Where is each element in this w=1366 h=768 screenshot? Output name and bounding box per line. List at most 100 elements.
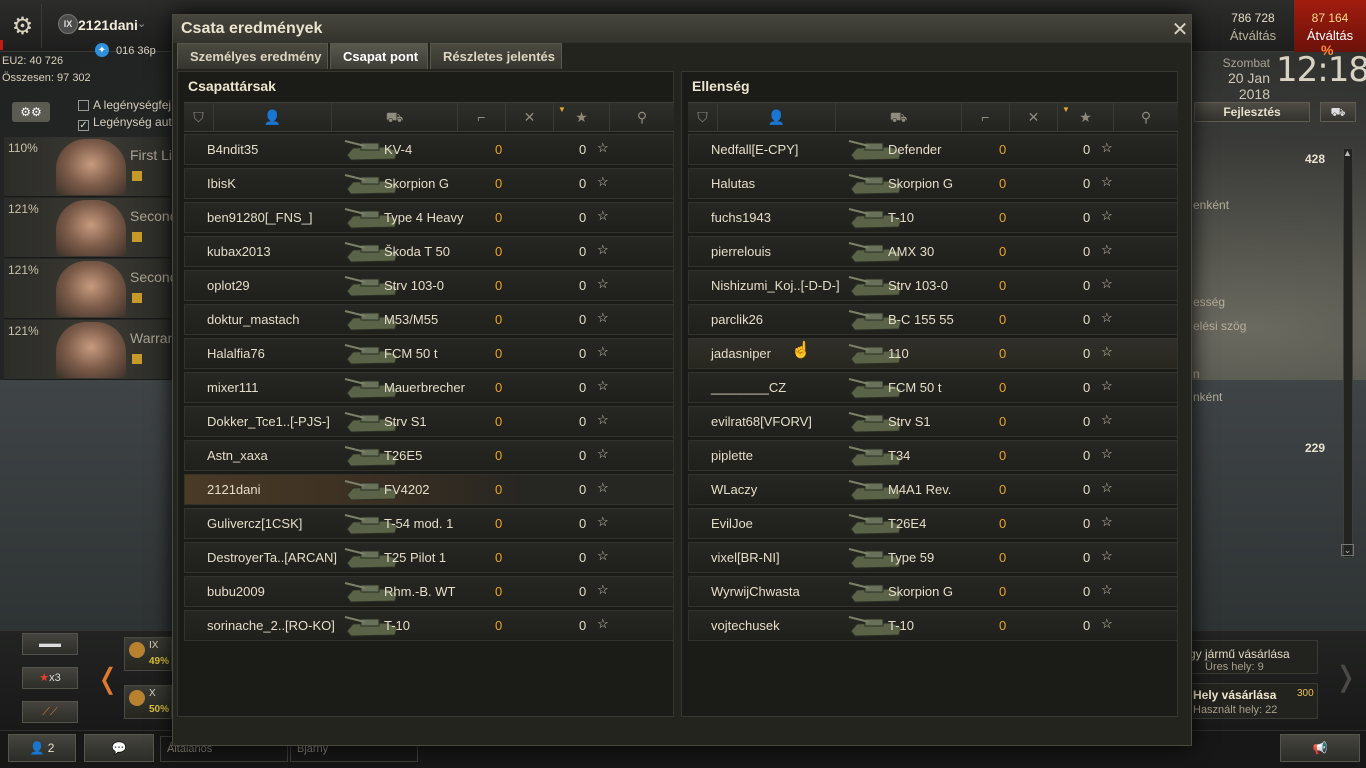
frags-value: 0 [495, 550, 503, 565]
table-row[interactable]: doktur_mastach M53/M55 0 0 ☆ [184, 304, 674, 335]
crew-member[interactable]: 121% Second [4, 259, 174, 319]
notifications-button[interactable]: 📢 [1280, 734, 1360, 762]
player-name: piplette [711, 448, 753, 463]
table-row[interactable]: parclik26 B-C 155 55 0 0 ☆ [688, 304, 1178, 335]
player-name[interactable]: 2121dani [78, 17, 138, 33]
star-icon: ☆ [597, 412, 609, 427]
xp-value: 0 [1083, 142, 1091, 157]
scroll-down-icon[interactable]: ⌄ [1341, 544, 1354, 556]
crew-member[interactable]: 110% First Lie [4, 137, 174, 197]
table-row[interactable]: pierrelouis AMX 30 0 0 ☆ [688, 236, 1178, 267]
squad-column-icon[interactable]: ⛉ [184, 103, 214, 131]
medal-column-icon[interactable]: ⚲ [1114, 103, 1178, 131]
sort-arrow-icon: ▼ [558, 105, 566, 114]
gold-exchange-label[interactable]: Átváltás [1294, 28, 1366, 43]
filter-elite-button[interactable]: ★x3 [22, 667, 78, 689]
tab-team-score[interactable]: Csapat pont [330, 43, 428, 69]
table-row[interactable]: 2121dani FV4202 0 0 ☆ [184, 474, 674, 505]
table-row[interactable]: Dokker_Tce1..[-PJS-] Strv S1 0 0 ☆ [184, 406, 674, 437]
table-row[interactable]: ben91280[_FNS_] Type 4 Heavy 0 0 ☆ [184, 202, 674, 233]
frags-column-icon[interactable]: ✕ [1010, 103, 1058, 131]
crew-portrait [56, 200, 126, 256]
table-row[interactable]: B4ndit35 KV-4 0 0 ☆ [184, 134, 674, 165]
table-row[interactable]: kubax2013 Škoda T 50 0 0 ☆ [184, 236, 674, 267]
crew-option-1[interactable]: A legénységfej [78, 98, 171, 112]
table-row[interactable]: EvilJoe T26E4 0 0 ☆ [688, 508, 1178, 539]
table-row[interactable]: WLaczy M4A1 Rev. 0 0 ☆ [688, 474, 1178, 505]
checkbox-icon[interactable] [78, 100, 89, 111]
table-row[interactable]: vixel[BR-NI] Type 59 0 0 ☆ [688, 542, 1178, 573]
player-column-icon[interactable]: 👤 [214, 103, 332, 131]
window-titlebar[interactable]: Csata eredmények ✕ [173, 15, 1191, 43]
buy-garage-slot[interactable]: Hely vásárlása 300 Használt hely: 22 [1188, 683, 1318, 719]
table-row[interactable]: mixer111 Mauerbrecher 0 0 ☆ [184, 372, 674, 403]
crew-member-pct: 110% [8, 141, 38, 155]
star-icon: ☆ [1101, 412, 1113, 427]
xp-value: 0 [1083, 278, 1091, 293]
xp-value: 0 [1083, 414, 1091, 429]
tab-personal-result[interactable]: Személyes eredmény [177, 43, 328, 69]
crew-member-pct: 121% [8, 324, 39, 338]
damage-column-icon[interactable]: ⌐ [458, 103, 506, 131]
table-row[interactable]: bubu2009 Rhm.-B. WT 0 0 ☆ [184, 576, 674, 607]
friends-button[interactable]: 👤 2 [8, 734, 76, 762]
table-row[interactable]: sorinache_2..[RO-KO] T-10 0 0 ☆ [184, 610, 674, 641]
status-stripe [0, 40, 3, 50]
vehicle-name: T-10 [384, 618, 411, 633]
table-row[interactable]: vojtechusek T-10 0 0 ☆ [688, 610, 1178, 641]
table-row[interactable]: fuchs1943 T-10 0 0 ☆ [688, 202, 1178, 233]
table-row[interactable]: Gulivercz[1CSK] T-54 mod. 1 0 0 ☆ [184, 508, 674, 539]
carousel-prev-icon[interactable]: ❬ [96, 662, 119, 695]
carousel-tank[interactable]: X 50% [124, 685, 172, 719]
frags-value: 0 [999, 414, 1007, 429]
squad-column-icon[interactable]: ⛉ [688, 103, 718, 131]
frags-column-icon[interactable]: ✕ [506, 103, 554, 131]
table-row[interactable]: Halalfia76 FCM 50 t 0 0 ☆ [184, 338, 674, 369]
table-row[interactable]: Halutas Skorpion G 0 0 ☆ [688, 168, 1178, 199]
upgrade-button[interactable]: Fejlesztés [1194, 102, 1310, 122]
credits-exchange-label[interactable]: Átváltás [1214, 28, 1292, 43]
vehicle-name: KV-4 [384, 142, 413, 157]
credits-box[interactable]: 786 728 Átváltás [1214, 11, 1292, 43]
settings-gear-icon[interactable]: ⚙ [4, 4, 42, 48]
medal-column-icon[interactable]: ⚲ [610, 103, 674, 131]
table-row[interactable]: Nedfall[E-CPY] Defender 0 0 ☆ [688, 134, 1178, 165]
table-row[interactable]: DestroyerTa..[ARCAN] T25 Pilot 1 0 0 ☆ [184, 542, 674, 573]
table-row[interactable]: IbisK Skorpion G 0 0 ☆ [184, 168, 674, 199]
table-row[interactable]: oplot29 Strv 103-0 0 0 ☆ [184, 270, 674, 301]
filter-elite-label: x3 [49, 672, 61, 684]
premium-time: 016 36p [116, 45, 156, 57]
vehicle-column-icon[interactable]: ⛟ [836, 103, 962, 131]
stat-value: 428 [1305, 152, 1326, 166]
table-row[interactable]: Astn_xaxa T26E5 0 0 ☆ [184, 440, 674, 471]
player-name: Gulivercz[1CSK] [207, 516, 303, 531]
crew-member[interactable]: 121% Warran [4, 320, 174, 380]
crew-option-2[interactable]: ✓ Legénység aut [78, 115, 172, 131]
player-column-icon[interactable]: 👤 [718, 103, 836, 131]
chat-button[interactable]: 💬 [84, 734, 154, 762]
scrollbar[interactable] [1343, 148, 1353, 558]
vehicle-column-icon[interactable]: ⛟ [332, 103, 458, 131]
player-name: Halalfia76 [207, 346, 265, 361]
table-row[interactable]: ________CZ FCM 50 t 0 0 ☆ [688, 372, 1178, 403]
table-row[interactable]: jadasniper 110 0 0 ☆ [688, 338, 1178, 369]
chevron-down-icon[interactable]: ⌄ [137, 17, 146, 30]
checkbox-checked-icon[interactable]: ✓ [78, 120, 89, 131]
filter-reset-button[interactable]: ⟋⟋ [22, 701, 78, 723]
scroll-up-icon[interactable]: ▲ [1341, 148, 1354, 160]
table-row[interactable]: evilrat68[VFORV] Strv S1 0 0 ☆ [688, 406, 1178, 437]
tab-detailed-report[interactable]: Részletes jelentés [430, 43, 562, 69]
crew-drop-icon[interactable]: ⚙⚙ [12, 102, 50, 122]
crew-member[interactable]: 121% Second [4, 198, 174, 258]
megaphone-icon: 📢 [1312, 741, 1328, 755]
table-row[interactable]: piplette T34 0 0 ☆ [688, 440, 1178, 471]
damage-column-icon[interactable]: ⌐ [962, 103, 1010, 131]
vehicle-compare-button[interactable]: ⛟ [1320, 102, 1356, 122]
table-row[interactable]: Nishizumi_Koj..[-D-D-] Strv 103-0 0 0 ☆ [688, 270, 1178, 301]
buy-vehicle-slot[interactable]: gy jármű vásárlása Üres hely: 9 [1188, 640, 1318, 674]
filter-type-button[interactable]: ▬▬ [22, 633, 78, 655]
carousel-next-icon[interactable]: ❭ [1334, 660, 1357, 693]
close-icon[interactable]: ✕ [1171, 17, 1189, 42]
carousel-tank[interactable]: IX 49% [124, 637, 172, 671]
table-row[interactable]: WyrwijChwasta Skorpion G 0 0 ☆ [688, 576, 1178, 607]
